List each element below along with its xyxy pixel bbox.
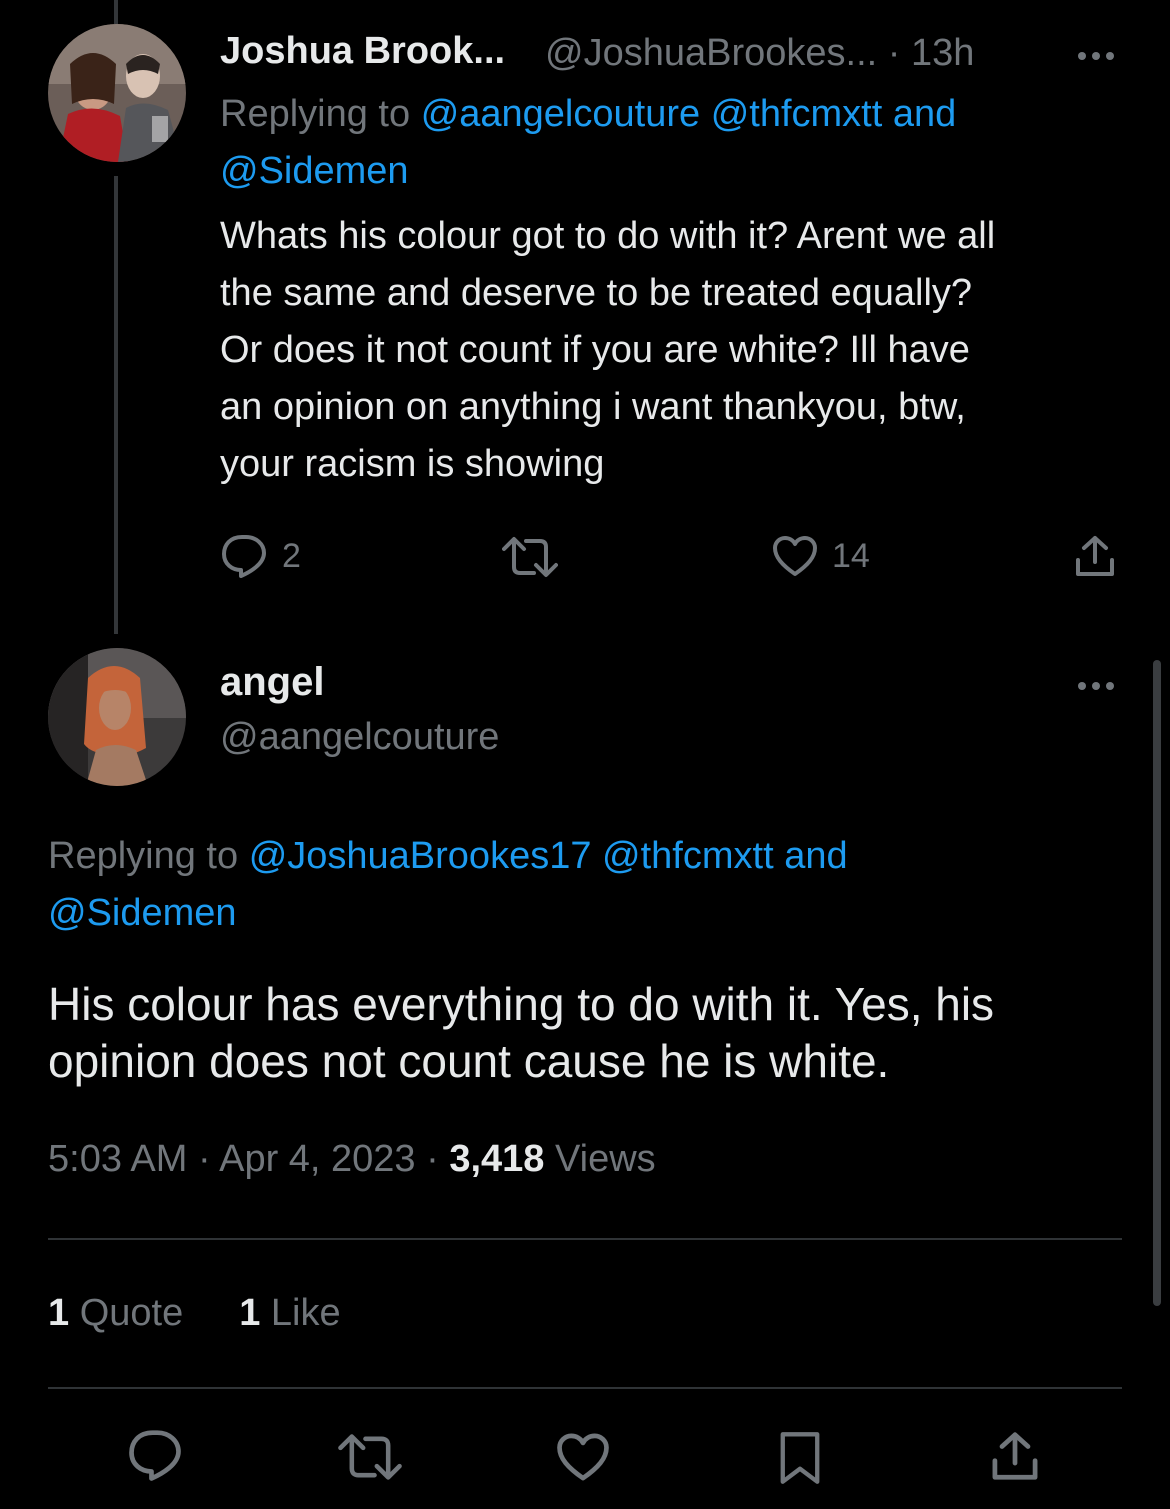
author-handle-time[interactable]: @JoshuaBrookes... · 13h <box>545 32 974 75</box>
replying-to-line: Replying to @aangelcouture @thfcmxtt and… <box>220 86 1120 200</box>
heart-icon <box>557 1433 609 1481</box>
mention-link[interactable]: @thfcmxtt <box>602 835 774 877</box>
reply-count: 2 <box>282 536 301 575</box>
reply-button[interactable]: 2 <box>220 533 301 579</box>
like-button[interactable]: 14 <box>772 535 870 577</box>
quote-stat[interactable]: 1 Quote <box>48 1292 183 1335</box>
share-button[interactable] <box>1074 534 1116 578</box>
share-button[interactable] <box>990 1430 1040 1487</box>
avatar-joshua[interactable] <box>48 24 186 162</box>
more-dots-icon[interactable] <box>1078 682 1114 690</box>
reply-button[interactable] <box>126 1428 184 1487</box>
quote-count: 1 <box>48 1292 70 1334</box>
views-label: Views <box>544 1138 656 1180</box>
heart-icon <box>773 536 817 576</box>
replying-prefix: Replying to <box>220 93 411 135</box>
like-label: Like <box>260 1292 341 1334</box>
thread-connector-top <box>114 0 118 24</box>
mention-link[interactable]: @Sidemen <box>220 150 409 192</box>
more-dots-icon[interactable] <box>1078 52 1114 60</box>
retweet-icon <box>338 1434 402 1480</box>
engagement-stats: 1 Quote 1 Like <box>48 1292 341 1335</box>
mention-link[interactable]: @aangelcouture <box>421 93 700 135</box>
author-name[interactable]: angel <box>220 660 324 705</box>
avatar-angel[interactable] <box>48 648 186 786</box>
mention-and[interactable]: and <box>893 93 956 135</box>
tweet-timestamp[interactable]: 5:03 AM · Apr 4, 2023 · <box>48 1138 449 1180</box>
views-count: 3,418 <box>449 1138 545 1180</box>
share-icon <box>992 1432 1038 1480</box>
mention-and[interactable]: and <box>784 835 847 877</box>
like-stat[interactable]: 1 Like <box>239 1292 340 1335</box>
divider <box>48 1238 1122 1240</box>
bookmark-icon <box>780 1432 820 1484</box>
tweet-body: His colour has everything to do with it.… <box>48 978 995 1087</box>
divider <box>48 1387 1122 1389</box>
like-button[interactable] <box>556 1432 610 1487</box>
thread-connector <box>114 176 118 634</box>
retweet-button[interactable] <box>338 1432 402 1487</box>
author-name[interactable]: Joshua Brook... <box>220 30 505 73</box>
tweet-meta: 5:03 AM · Apr 4, 2023 · 3,418 Views <box>48 1138 656 1181</box>
scrollbar[interactable] <box>1153 660 1161 1306</box>
mention-link[interactable]: @thfcmxtt <box>711 93 883 135</box>
replying-prefix: Replying to <box>48 835 239 877</box>
quote-label: Quote <box>69 1292 184 1334</box>
retweet-icon <box>502 537 558 577</box>
mention-link[interactable]: @Sidemen <box>48 892 237 934</box>
bookmark-button[interactable] <box>778 1430 822 1491</box>
author-handle[interactable]: @aangelcouture <box>220 716 499 759</box>
mention-link[interactable]: @JoshuaBrookes17 <box>249 835 592 877</box>
tweet-thread: Joshua Brook... @JoshuaBrookes... · 13h … <box>0 0 1170 1509</box>
replying-to-line: Replying to @JoshuaBrookes17 @thfcmxtt a… <box>48 828 1128 942</box>
comment-bubble-icon <box>129 1430 181 1481</box>
share-icon <box>1076 536 1114 576</box>
retweet-button[interactable] <box>502 535 572 579</box>
like-count: 1 <box>239 1292 261 1334</box>
like-count: 14 <box>832 536 870 575</box>
tweet-body: Whats his colour got to do with it? Aren… <box>220 215 996 485</box>
comment-bubble-icon <box>222 535 266 578</box>
